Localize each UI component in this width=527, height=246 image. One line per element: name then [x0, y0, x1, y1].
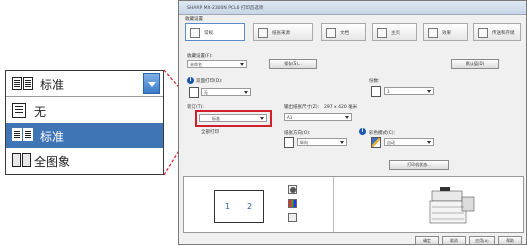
staple-dropdown-callout: 标准 无 标准 全图象 [5, 70, 164, 175]
option-full-image-label: 全图象 [34, 155, 71, 169]
color-mode-label: 彩色模式(C): [369, 131, 396, 136]
tab-general-label: 常规 [204, 31, 213, 36]
option-standard[interactable]: 标准 [6, 123, 163, 148]
option-none-label: 无 [34, 105, 47, 119]
tab-document-label: 文档 [340, 31, 349, 36]
page-layout-preview: 1 2 [214, 190, 264, 223]
paper-preview-icon [288, 213, 297, 222]
orientation-value: 纵向 [300, 140, 308, 145]
two-page-icon [12, 128, 34, 141]
tab-effects-label: 效果 [442, 31, 451, 36]
tab-storage[interactable]: 传送和存储 [473, 23, 521, 41]
orientation-select[interactable]: 纵向 [297, 138, 347, 146]
document-icon [326, 28, 336, 38]
duplex-icon [189, 87, 199, 98]
staple-select[interactable]: 标准 [6, 71, 163, 97]
paper-size-value: A3 [287, 115, 293, 120]
paper-source-icon [258, 28, 268, 38]
two-page-icon [12, 77, 34, 90]
storage-icon [478, 28, 488, 38]
favorites-label: 收藏设置(F): [187, 54, 213, 59]
tab-strip: 常规 纸张来源 文档 主页 效果 传送和存储 [183, 21, 523, 43]
chevron-down-icon [427, 141, 431, 144]
single-page-icon [12, 103, 26, 118]
page-preview: 1 2 [184, 177, 334, 232]
color-mode-value: 自动 [387, 140, 395, 145]
tab-paper-source-label: 纸张来源 [272, 31, 290, 36]
save-button[interactable]: 保存(S)... [269, 59, 317, 69]
chevron-down-icon [427, 90, 431, 93]
print-all-label: 全部打印 [201, 130, 219, 135]
effects-icon [428, 28, 438, 38]
printer-preferences-window: SHARP MX-2300N PCL6 打印首选项 收藏设置 常规 纸张来源 文… [178, 0, 527, 245]
chevron-down-icon [240, 63, 244, 66]
option-standard-label: 标准 [40, 130, 65, 144]
preview-area: 1 2 [183, 176, 524, 233]
option-none[interactable]: 无 [6, 98, 163, 123]
chevron-down-icon [340, 141, 344, 144]
color-mode-icon [371, 137, 381, 148]
duplex-select[interactable]: 无 [201, 88, 251, 96]
paper-size-select[interactable]: A3 [284, 113, 352, 121]
chevron-down-icon [244, 91, 248, 94]
info-icon: i [187, 77, 194, 84]
printer-status-button[interactable]: 打印机状态... [389, 160, 449, 170]
cancel-button[interactable]: 取消 [442, 236, 466, 245]
nup-select[interactable]: 1 [384, 87, 434, 95]
nup-icon [371, 86, 381, 97]
nup-value: 1 [387, 89, 390, 94]
tab-paper-source[interactable]: 纸张来源 [253, 23, 313, 41]
tab-storage-label: 传送和存储 [492, 31, 515, 36]
chevron-down-icon [345, 116, 349, 119]
staple-small-select[interactable]: 标准 [199, 114, 267, 122]
tab-document[interactable]: 文档 [321, 23, 366, 41]
color-preview-icon [288, 199, 297, 208]
favorites-select[interactable]: 未命名 [187, 60, 247, 68]
home-icon [190, 28, 200, 38]
printer-image-icon [429, 187, 475, 224]
orientation-icon [284, 137, 294, 148]
staple-select-value: 标准 [40, 78, 65, 92]
favorites-value: 未命名 [190, 62, 202, 67]
paper-size-dims: 297 x 420 毫米 [324, 105, 358, 110]
option-full-image[interactable]: 全图象 [6, 148, 163, 173]
page-number-1: 1 [225, 202, 231, 211]
full-image-icon [12, 153, 32, 167]
chevron-down-icon[interactable] [143, 73, 160, 94]
staple-preview-icon [288, 185, 297, 194]
page-number-2: 2 [247, 202, 253, 211]
orientation-label: 纸张方向(O): [284, 131, 311, 136]
dialog-button-bar: 确定 取消 应用(A) 帮助 [179, 235, 526, 246]
duplex-value: 无 [204, 90, 208, 95]
paper-size-label: 输出纸张尺寸(Z): [284, 105, 320, 110]
tab-main-label: 主页 [391, 31, 400, 36]
window-titlebar: SHARP MX-2300N PCL6 打印首选项 [179, 1, 526, 15]
color-mode-select[interactable]: 自动 [384, 138, 434, 146]
staple-small-value: 标准 [212, 116, 220, 121]
copies-label: 份数: [369, 79, 380, 84]
duplex-label: 双面打印(D): [196, 79, 223, 84]
tab-main[interactable]: 主页 [372, 23, 417, 41]
defaults-button[interactable]: 默认值(D) [451, 59, 499, 69]
tab-effects[interactable]: 效果 [423, 23, 468, 41]
tab-general[interactable]: 常规 [185, 23, 245, 41]
ok-button[interactable]: 确定 [415, 236, 439, 245]
help-button[interactable]: 帮助 [498, 236, 522, 245]
apply-button[interactable]: 应用(A) [469, 236, 495, 245]
info-icon: i [359, 128, 366, 135]
main-icon [377, 28, 387, 38]
chevron-down-icon [260, 117, 264, 120]
window-title: SHARP MX-2300N PCL6 打印首选项 [187, 6, 264, 11]
